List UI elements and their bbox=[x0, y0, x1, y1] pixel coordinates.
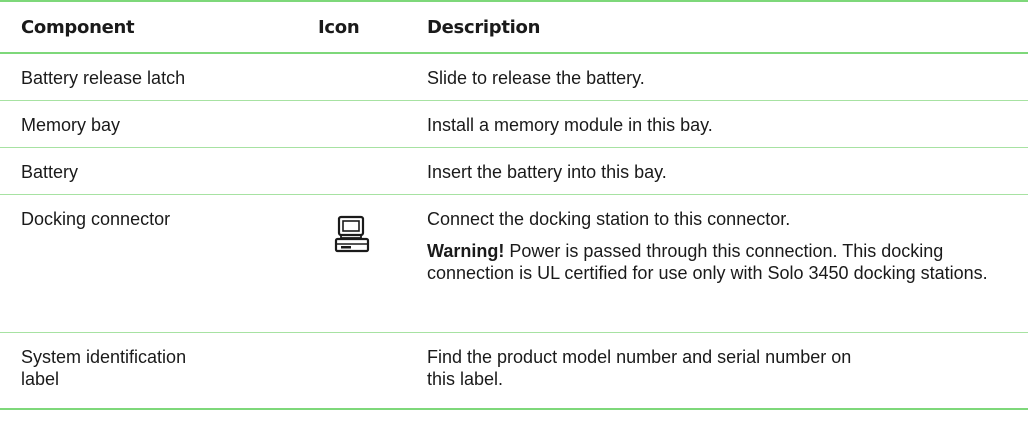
component-name-line: System identification bbox=[21, 347, 187, 367]
header-component: Component bbox=[21, 17, 135, 38]
component-description: Insert the battery into this bay. bbox=[427, 162, 667, 182]
component-description: Install a memory module in this bay. bbox=[427, 115, 713, 135]
component-name: Battery release latch bbox=[21, 68, 186, 88]
table-row: System identification label Find the pro… bbox=[0, 333, 1028, 408]
warning-label: Warning! bbox=[427, 241, 505, 261]
component-description: Connect the docking station to this conn… bbox=[427, 209, 791, 229]
description-line: Find the product model number and serial… bbox=[427, 347, 852, 367]
table-header: Component Icon Description bbox=[0, 2, 1028, 52]
table-bottom-rule bbox=[0, 408, 1028, 410]
table-row: Battery Insert the battery into this bay… bbox=[0, 148, 1028, 194]
component-name-line: label bbox=[21, 369, 60, 389]
header-description: Description bbox=[427, 17, 541, 38]
warning-note: Warning! Power is passed through this co… bbox=[427, 240, 1017, 284]
component-name: Battery bbox=[21, 162, 79, 182]
component-name: System identification label bbox=[21, 346, 186, 390]
computer-icon bbox=[334, 215, 370, 255]
component-table: Component Icon Description Battery relea… bbox=[0, 0, 1028, 410]
table-row: Docking connector Connect the docking st… bbox=[0, 195, 1028, 332]
component-name: Memory bay bbox=[21, 115, 121, 135]
header-icon: Icon bbox=[318, 17, 360, 38]
description-line: this label. bbox=[427, 369, 504, 389]
component-description: Slide to release the battery. bbox=[427, 68, 645, 88]
warning-text: Power is passed through this connection.… bbox=[427, 241, 988, 283]
component-name: Docking connector bbox=[21, 209, 171, 229]
table-row: Memory bay Install a memory module in th… bbox=[0, 101, 1028, 147]
table-row: Battery release latch Slide to release t… bbox=[0, 54, 1028, 100]
component-description: Find the product model number and serial… bbox=[427, 346, 1017, 390]
